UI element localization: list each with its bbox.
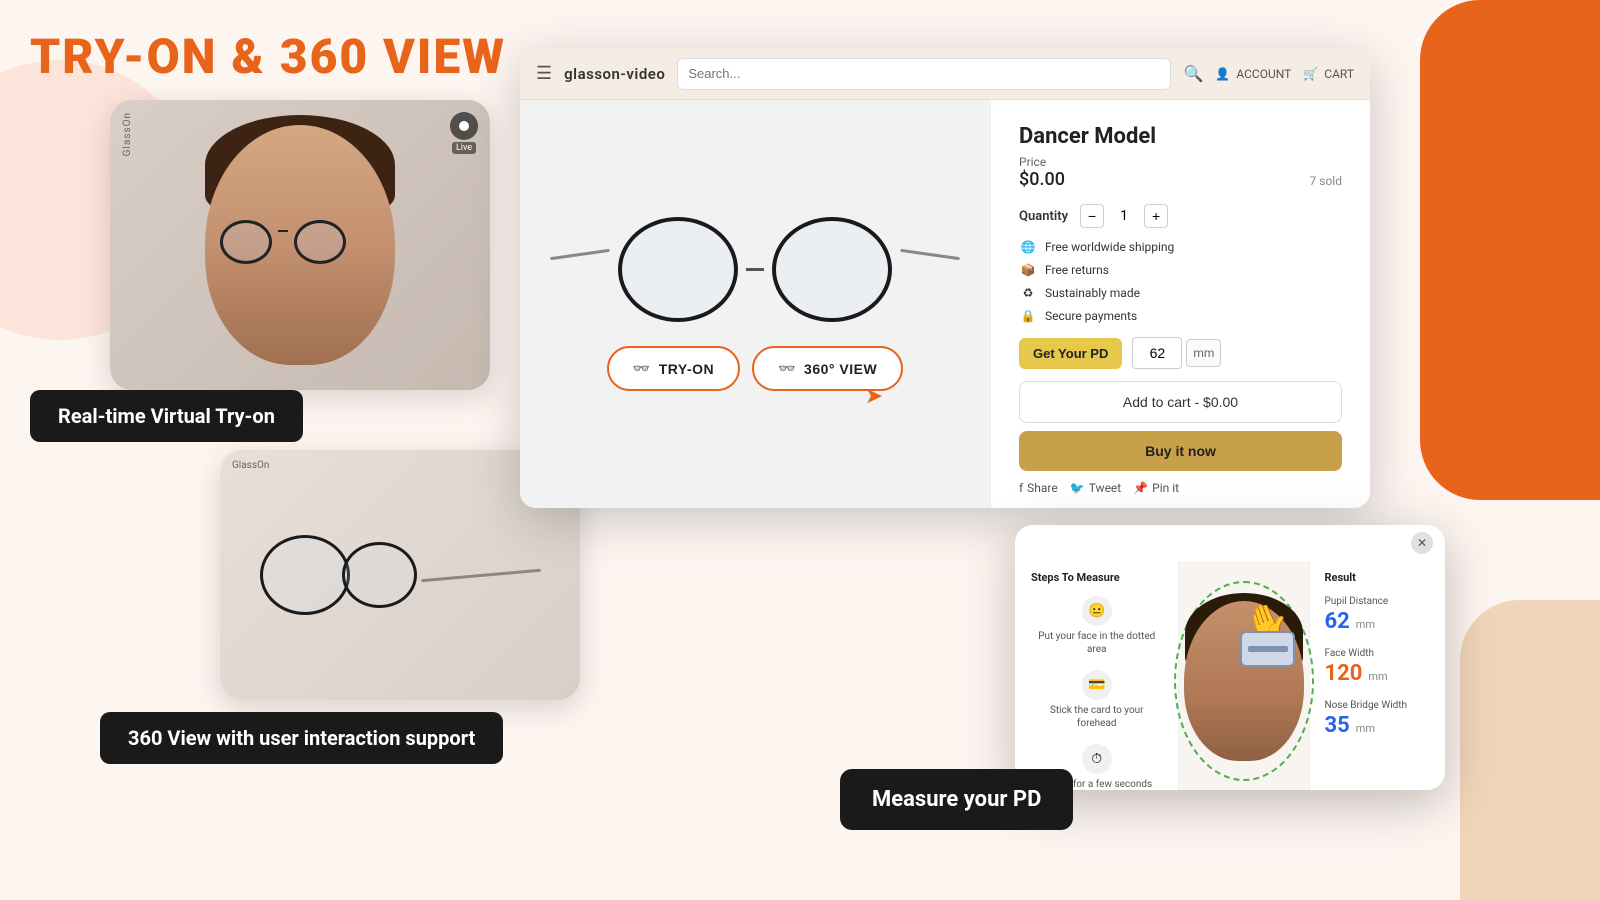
add-to-cart-button[interactable]: Add to cart - $0.00 [1019,381,1342,423]
pupil-distance-metric: Pupil Distance 62 mm [1324,596,1431,634]
pd-step1-icon: 😐 [1082,596,1112,626]
price-label: Price [1019,155,1342,169]
feature-returns: 📦 Free returns [1019,261,1342,279]
pd-step2-text: Stick the card to your forehead [1031,704,1162,730]
qty-plus-button[interactable]: + [1144,204,1168,228]
pd-result-title: Result [1324,571,1431,584]
pd-step3-icon: ⏱ [1082,744,1112,774]
pd-modal: ✕ Steps To Measure 😐 Put your face in th… [1015,525,1445,790]
tweet-button[interactable]: 🐦 Tweet [1070,481,1121,495]
product-actions-bar: 👓 TRY-ON 👓 360° VIEW ➤ [607,346,903,391]
pd-step-2: 💳 Stick the card to your forehead [1031,670,1162,730]
pd-modal-header: ✕ [1015,525,1445,561]
pupil-distance-value: 62 [1324,609,1349,634]
pd-steps-title: Steps To Measure [1031,571,1162,584]
face-width-label: Face Width [1324,648,1431,659]
buy-now-button[interactable]: Buy it now [1019,431,1342,471]
man-face-display [200,115,400,375]
view360-btn-icon: 👓 [778,360,796,377]
qty-value: 1 [1112,208,1136,224]
browser-window: ☰ glasson-video 🔍 👤 ACCOUNT 🛒 CART [520,48,1370,508]
live-badge: Live [450,112,478,154]
social-row: f Share 🐦 Tweet 📌 Pin it [1019,481,1342,495]
product-image-area: 👓 TRY-ON 👓 360° VIEW ➤ [520,100,990,508]
pd-unit: mm [1186,339,1221,367]
glasses-360-display [260,535,541,615]
pd-close-button[interactable]: ✕ [1411,532,1433,554]
pin-button[interactable]: 📌 Pin it [1133,481,1179,495]
feature-sustainable: ♻ Sustainably made [1019,284,1342,302]
bg-shape-right-bottom [1460,600,1600,900]
search-input[interactable] [677,58,1171,90]
pd-face-display: ✋ [1179,561,1309,790]
pd-measure-label: Measure your PD [840,769,1073,830]
page-title: TRY-ON & 360 VIEW [30,28,506,85]
pd-value-input[interactable] [1132,337,1182,369]
account-link[interactable]: 👤 ACCOUNT [1215,67,1291,81]
pd-face-col: ✋ [1179,561,1309,790]
pd-modal-body: Steps To Measure 😐 Put your face in the … [1015,561,1445,790]
pd-step2-icon: 💳 [1082,670,1112,700]
pd-step1-text: Put your face in the dotted area [1031,630,1162,656]
glasson-logo-360: GlassOn [232,460,269,471]
hamburger-icon[interactable]: ☰ [536,63,552,84]
nose-bridge-metric: Nose Bridge Width 35 mm [1324,700,1431,738]
pupil-distance-label: Pupil Distance [1324,596,1431,607]
pd-result-col: Result Pupil Distance 62 mm Face Width 1… [1309,561,1445,790]
sold-count: 7 sold [1310,174,1342,188]
glasson-logo: GlassOn [122,112,133,156]
tryon-button[interactable]: 👓 TRY-ON [607,346,740,391]
qty-minus-button[interactable]: − [1080,204,1104,228]
pd-step-1: 😐 Put your face in the dotted area [1031,596,1162,656]
nose-bridge-unit: mm [1356,722,1375,735]
search-icon[interactable]: 🔍 [1183,64,1203,83]
cursor-arrow-icon: ➤ [865,384,883,409]
globe-icon: 🌐 [1019,238,1037,256]
feature-list: 🌐 Free worldwide shipping 📦 Free returns… [1019,238,1342,325]
browser-logo: glasson-video [564,65,665,83]
face-width-metric: Face Width 120 mm [1324,648,1431,686]
glasses-icon: 👓 [633,360,651,377]
quantity-label: Quantity [1019,209,1068,224]
feature-shipping: 🌐 Free worldwide shipping [1019,238,1342,256]
pupil-distance-unit: mm [1356,618,1375,631]
share-button[interactable]: f Share [1019,481,1058,495]
nose-bridge-value: 35 [1324,713,1349,738]
browser-body: 👓 TRY-ON 👓 360° VIEW ➤ Dancer Model Pric… [520,100,1370,508]
bg-shape-right [1420,0,1600,500]
returns-icon: 📦 [1019,261,1037,279]
leaf-icon: ♻ [1019,284,1037,302]
lock-icon: 🔒 [1019,307,1037,325]
tryon-card: GlassOn Live [110,100,490,390]
view360-label: 360 View with user interaction support [100,712,503,764]
pd-steps-col: Steps To Measure 😐 Put your face in the … [1015,561,1179,790]
face-width-value: 120 [1324,661,1362,686]
glasses-product-display [550,217,960,322]
feature-payments: 🔒 Secure payments [1019,307,1342,325]
get-pd-button[interactable]: Get Your PD [1019,338,1122,369]
product-name: Dancer Model [1019,124,1342,149]
pd-row: Get Your PD mm [1019,337,1342,369]
nose-bridge-label: Nose Bridge Width [1324,700,1431,711]
tryon-label: Real-time Virtual Try-on [30,390,303,442]
card-icon [1240,631,1295,667]
face-width-unit: mm [1368,670,1387,683]
product-details: Dancer Model Price $0.00 7 sold Quantity… [990,100,1370,508]
browser-header: ☰ glasson-video 🔍 👤 ACCOUNT 🛒 CART [520,48,1370,100]
cart-link[interactable]: 🛒 CART [1303,67,1354,81]
product-price: $0.00 [1019,169,1065,190]
